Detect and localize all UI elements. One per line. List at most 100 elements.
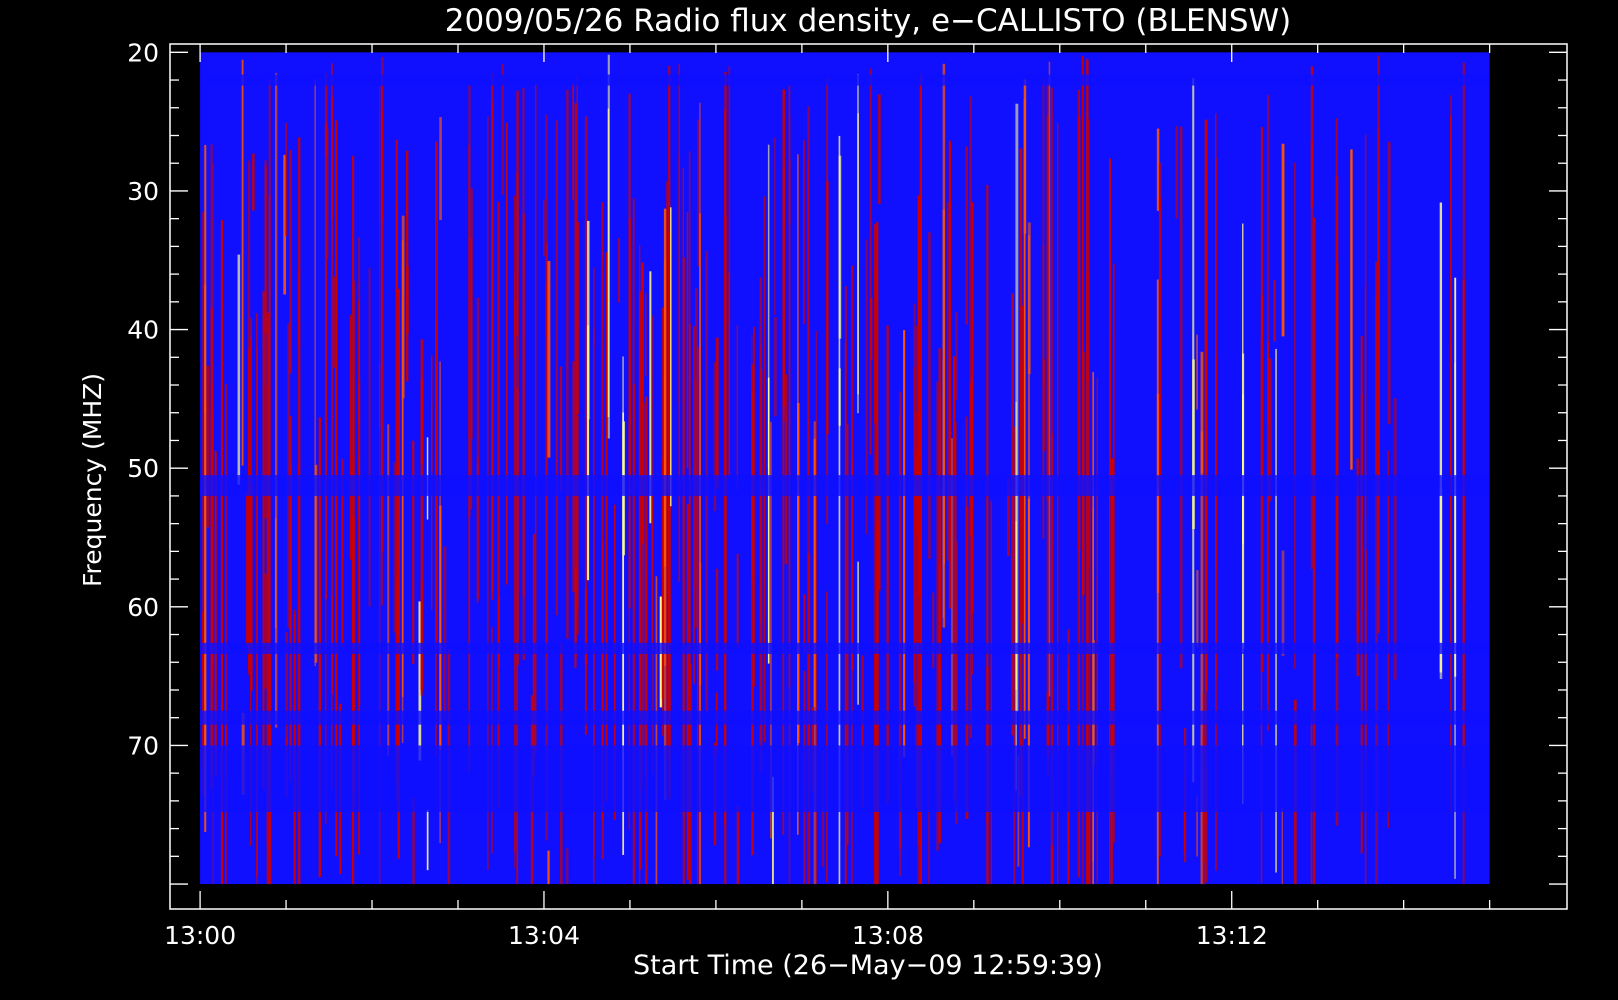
heatmap-streak (274, 73, 278, 728)
heatmap-streak (965, 146, 968, 325)
heatmap-streak (1393, 398, 1397, 680)
heatmap-streak (1450, 95, 1452, 539)
heatmap-streak (665, 181, 669, 759)
heatmap-streak (1027, 235, 1031, 648)
heatmap-streak (807, 160, 810, 481)
heatmap-streak (857, 561, 859, 705)
heatmap-streak (803, 140, 805, 325)
heatmap-streak (354, 281, 356, 808)
heatmap-streak (443, 546, 447, 720)
spectrogram-chart: 2009/05/26 Radio flux density, e−CALLIST… (0, 0, 1618, 1000)
heatmap-streak (955, 312, 958, 401)
heatmap-streak (245, 491, 249, 646)
heatmap-streak (333, 276, 336, 368)
heatmap-streak (247, 348, 250, 421)
heatmap-streak (913, 493, 916, 683)
heatmap-streak (212, 162, 214, 663)
heatmap-streak (331, 63, 333, 221)
heatmap-streak (693, 326, 696, 684)
x-tick-label: 13:12 (1196, 921, 1268, 950)
heatmap-streak (928, 232, 931, 560)
heatmap-streak (470, 238, 473, 510)
heatmap-streak (543, 199, 545, 257)
heatmap-streak (555, 120, 558, 616)
heatmap-streak (1294, 162, 1296, 669)
heatmap-streak (774, 317, 777, 417)
heatmap-streak (1050, 845, 1054, 885)
heatmap-streak (326, 128, 329, 259)
heatmap-streak (788, 85, 791, 687)
heatmap-streak (932, 592, 935, 668)
heatmap-streak (430, 355, 433, 473)
heatmap-streak (1273, 280, 1277, 342)
heatmap-streak (670, 207, 672, 507)
heatmap-streak (728, 272, 731, 477)
heatmap-quiet-band (200, 745, 1490, 812)
heatmap-streak (1281, 807, 1283, 885)
heatmap-streak (204, 284, 207, 413)
heatmap-streak (645, 293, 647, 377)
heatmap-streak (736, 553, 739, 648)
y-tick-label: 50 (127, 454, 159, 483)
heatmap-streak (247, 420, 250, 671)
heatmap-streak (497, 596, 501, 667)
heatmap-streak (826, 591, 828, 883)
heatmap-streak (736, 325, 739, 491)
heatmap-streak (289, 415, 292, 781)
heatmap-streak (547, 850, 550, 885)
heatmap-streak (641, 501, 643, 729)
y-axis-label: Frequency (MHZ) (78, 373, 107, 587)
heatmap-streak (774, 137, 776, 315)
heatmap-streak (378, 365, 381, 428)
heatmap-streak (314, 79, 316, 667)
heatmap-streak (566, 848, 569, 885)
heatmap-streak (1335, 176, 1339, 826)
heatmap-streak (767, 144, 770, 470)
heatmap-streak (715, 568, 719, 671)
heatmap-streak (971, 375, 973, 675)
heatmap-streak (919, 87, 922, 628)
heatmap-streak (942, 63, 946, 628)
heatmap-streak (903, 330, 906, 758)
heatmap-streak (1175, 125, 1178, 219)
heatmap-streak (522, 213, 526, 661)
heatmap-streak (1462, 510, 1465, 885)
heatmap-quiet-band (200, 642, 1490, 654)
heatmap-streak (1360, 394, 1363, 611)
heatmap-streak (566, 89, 569, 639)
heatmap-streak (651, 315, 654, 774)
heatmap-streak (1050, 433, 1054, 885)
heatmap-streak (420, 379, 424, 465)
heatmap-streak (381, 110, 383, 222)
heatmap-streak (395, 139, 398, 784)
heatmap-streak (678, 154, 681, 403)
heatmap-quiet-band (200, 710, 1490, 725)
heatmap-streak (763, 196, 766, 743)
x-tick-label: 13:00 (164, 921, 236, 950)
heatmap-streak (948, 144, 951, 533)
heatmap-streak (1096, 481, 1098, 885)
heatmap-streak (1111, 466, 1113, 885)
heatmap-streak (946, 202, 949, 561)
heatmap-streak (1179, 126, 1183, 669)
heatmap-streak (990, 500, 993, 885)
heatmap-streak (1196, 334, 1198, 410)
y-tick-label: 30 (127, 177, 159, 206)
heatmap-streak (1281, 550, 1285, 656)
heatmap-streak (715, 337, 719, 489)
heatmap-streak (1377, 128, 1380, 501)
heatmap-streak (886, 325, 889, 804)
heatmap-streak (426, 809, 429, 871)
heatmap-streak (1021, 305, 1024, 624)
heatmap-streak (1387, 141, 1391, 425)
heatmap-streak (601, 202, 604, 821)
heatmap-streak (759, 345, 762, 741)
heatmap-streak (206, 365, 210, 528)
heatmap-streak (285, 123, 288, 237)
heatmap-streak (668, 65, 671, 640)
heatmap-streak (324, 123, 328, 599)
y-tick-label: 20 (127, 38, 159, 67)
heatmap-streak (784, 374, 788, 565)
heatmap-streak (857, 113, 859, 395)
heatmap-streak (574, 103, 577, 658)
